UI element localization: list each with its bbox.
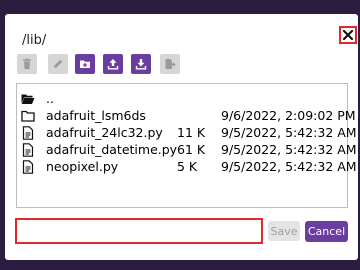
delete-button[interactable]: [17, 54, 37, 74]
file-name: neopixel.py: [46, 159, 119, 174]
file-list: .. adafruit_lsm6ds 9/6/2022, 2:09:02 PM …: [16, 83, 357, 208]
new-folder-icon: [80, 60, 90, 68]
file-size: 11 K: [177, 125, 206, 140]
list-item[interactable]: neopixel.py 5 K 9/5/2022, 5:42:32 AM: [17, 159, 357, 175]
list-item[interactable]: adafruit_datetime.py 61 K 9/5/2022, 5:42…: [17, 142, 357, 158]
rename-button[interactable]: [48, 54, 68, 74]
open-folder-icon: [21, 94, 35, 104]
download-button[interactable]: [131, 54, 151, 74]
file-name: adafruit_lsm6ds: [46, 108, 146, 123]
pencil-icon: [54, 59, 63, 68]
file-name: adafruit_datetime.py: [46, 142, 178, 157]
cancel-button[interactable]: Cancel: [305, 221, 348, 242]
new-folder-button[interactable]: [75, 54, 95, 74]
move-file-icon: [165, 59, 176, 69]
file-date: 9/6/2022, 2:09:02 PM: [221, 108, 356, 123]
file-icon: [22, 126, 34, 140]
download-icon: [135, 59, 147, 70]
file-dialog: /lib/ .. adafruit_lsm6ds 9/6/2022, 2:09:…: [5, 14, 358, 260]
current-path: /lib/: [22, 33, 47, 48]
upload-icon: [107, 59, 119, 70]
file-size: 5 K: [177, 159, 198, 174]
file-date: 9/5/2022, 5:42:32 AM: [221, 125, 357, 140]
close-button[interactable]: [339, 26, 357, 44]
upload-button[interactable]: [103, 54, 123, 74]
move-button[interactable]: [160, 54, 180, 74]
file-name: adafruit_24lc32.py: [46, 125, 163, 140]
file-date: 9/5/2022, 5:42:32 AM: [221, 142, 357, 157]
list-item-parent[interactable]: ..: [17, 91, 347, 107]
file-date: 9/5/2022, 5:42:32 AM: [221, 159, 357, 174]
list-item[interactable]: adafruit_24lc32.py 11 K 9/5/2022, 5:42:3…: [17, 125, 357, 141]
save-button[interactable]: Save: [268, 221, 300, 241]
close-icon: [343, 30, 353, 40]
filename-input[interactable]: [15, 218, 263, 244]
file-icon: [22, 160, 34, 174]
trash-icon: [23, 58, 31, 69]
list-item[interactable]: adafruit_lsm6ds 9/6/2022, 2:09:02 PM: [17, 108, 356, 124]
file-icon: [22, 143, 34, 157]
file-size: 61 K: [177, 142, 206, 157]
folder-icon: [21, 110, 35, 122]
file-name: ..: [46, 91, 54, 106]
